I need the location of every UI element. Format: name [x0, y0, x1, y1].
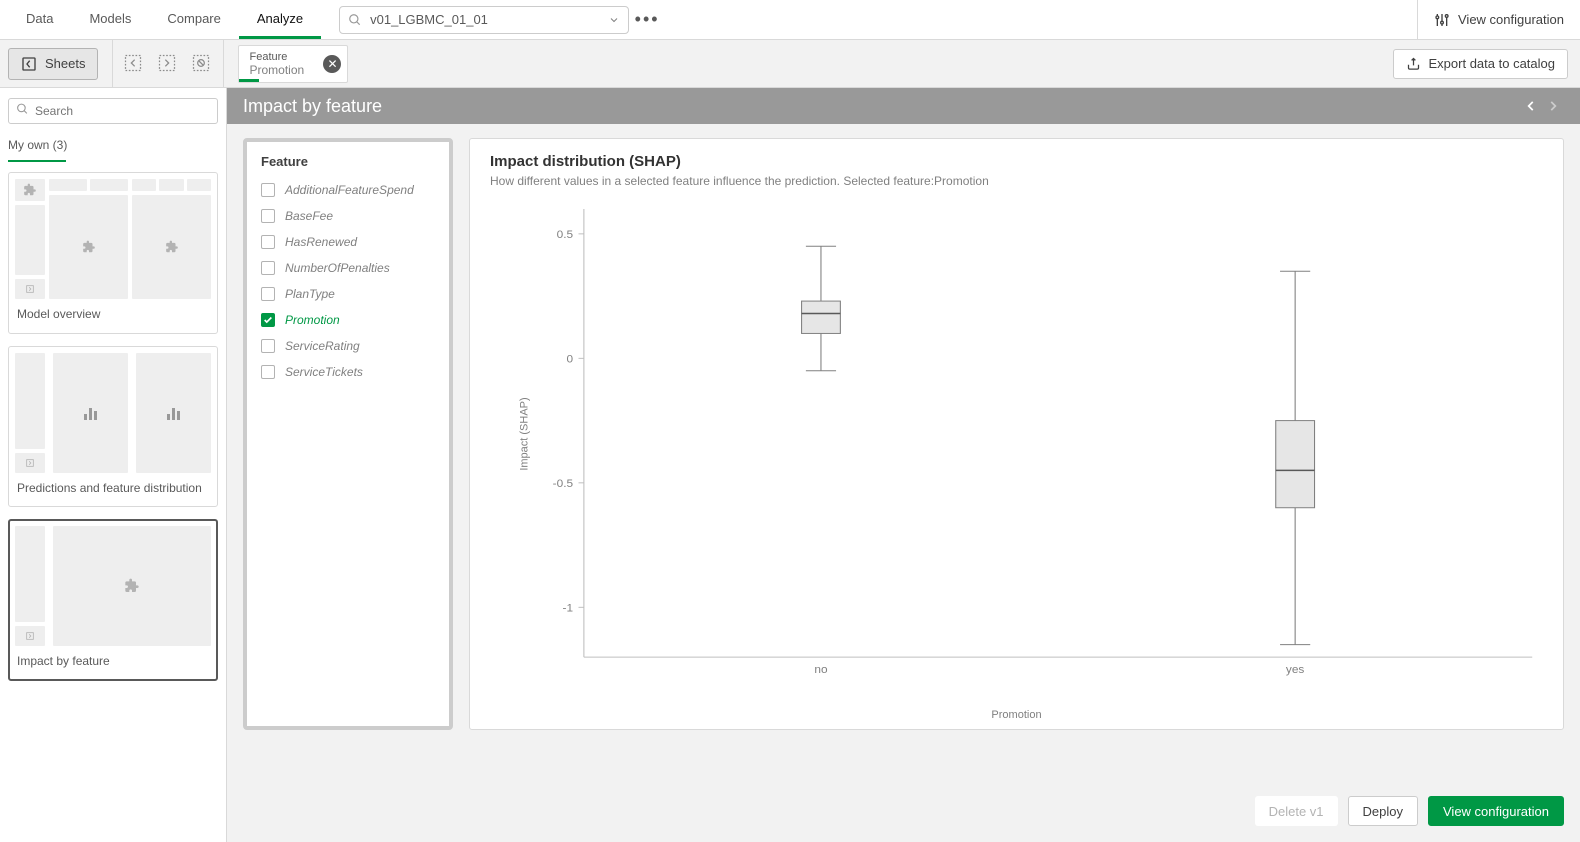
bar-chart-icon — [167, 406, 180, 420]
feature-row-hasrenewed[interactable]: HasRenewed — [247, 229, 449, 255]
sheets-label: Sheets — [45, 56, 85, 71]
view-configuration-label: View configuration — [1458, 12, 1564, 27]
feature-name: BaseFee — [285, 209, 333, 223]
svg-text:no: no — [814, 664, 827, 676]
model-picker[interactable]: v01_LGBMC_01_01 — [339, 6, 629, 34]
delete-button: Delete v1 — [1255, 796, 1338, 826]
sheet-list: Model overview — [0, 164, 226, 689]
nav-tabs: Data Models Compare Analyze — [8, 0, 321, 39]
puzzle-icon — [165, 240, 179, 254]
svg-text:0: 0 — [567, 354, 574, 366]
puzzle-icon — [82, 240, 96, 254]
checkbox-icon — [261, 261, 275, 275]
checkbox-icon — [261, 183, 275, 197]
x-axis-label: Promotion — [991, 709, 1041, 721]
feature-row-numberofpenalties[interactable]: NumberOfPenalties — [247, 255, 449, 281]
page-title: Impact by feature — [243, 96, 382, 117]
svg-text:0.5: 0.5 — [557, 229, 573, 241]
svg-text:-1: -1 — [563, 603, 574, 615]
selection-chip-feature[interactable]: Feature Promotion ✕ — [238, 45, 348, 83]
chip-label: Feature — [249, 51, 315, 63]
feature-row-servicerating[interactable]: ServiceRating — [247, 333, 449, 359]
bar-chart-icon — [84, 406, 97, 420]
more-menu-button[interactable]: ••• — [629, 9, 665, 30]
export-data-button[interactable]: Export data to catalog — [1393, 49, 1568, 79]
feature-selector-panel: Feature AdditionalFeatureSpend BaseFee Has… — [243, 138, 453, 730]
page-titlebar: Impact by feature — [227, 88, 1580, 124]
toolbar: Sheets Feature Promotion ✕ Export data t… — [0, 40, 1580, 88]
export-icon — [1406, 56, 1421, 71]
checkbox-icon — [261, 235, 275, 249]
chevron-down-icon — [608, 14, 620, 26]
search-icon — [348, 13, 362, 27]
prev-sheet-button[interactable] — [1520, 95, 1542, 117]
feature-name: ServiceTickets — [285, 365, 363, 379]
export-label: Export data to catalog — [1429, 56, 1555, 71]
puzzle-icon — [23, 183, 37, 197]
checkbox-icon — [261, 365, 275, 379]
plot-area: 0.5 0 -0.5 -1 no yes — [530, 199, 1543, 687]
chart-title: Impact distribution (SHAP) — [490, 153, 1543, 170]
tab-analyze[interactable]: Analyze — [239, 0, 321, 39]
step-forward-icon[interactable] — [157, 53, 179, 75]
sheet-title: Predictions and feature distribution — [15, 473, 211, 501]
content-area: Impact by feature Feature AdditionalFeat… — [227, 88, 1580, 842]
sheet-card-predictions[interactable]: Predictions and feature distribution — [8, 346, 218, 508]
tab-compare[interactable]: Compare — [149, 0, 238, 39]
sheet-card-model-overview[interactable]: Model overview — [8, 172, 218, 334]
footer-actions: Delete v1 Deploy View configuration — [1255, 796, 1564, 826]
feature-row-additionalfeaturespend[interactable]: AdditionalFeatureSpend — [247, 177, 449, 203]
sidebar-section-label: My own (3) — [0, 130, 226, 156]
step-back-icon[interactable] — [123, 53, 145, 75]
selection-tools — [112, 40, 224, 88]
svg-text:yes: yes — [1286, 664, 1305, 676]
chart-panel: Impact distribution (SHAP) How different… — [469, 138, 1564, 730]
model-name: v01_LGBMC_01_01 — [370, 12, 488, 27]
sliders-icon — [1434, 12, 1450, 28]
feature-name: ServiceRating — [285, 339, 360, 353]
checkbox-icon — [261, 313, 275, 327]
tab-models[interactable]: Models — [71, 0, 149, 39]
feature-name: NumberOfPenalties — [285, 261, 390, 275]
sheets-sidebar: My own (3) — [0, 88, 227, 842]
search-input[interactable] — [8, 98, 218, 124]
y-axis-label: Impact (SHAP) — [519, 397, 531, 470]
chart-subtitle: How different values in a selected featu… — [490, 174, 1543, 188]
feature-row-promotion[interactable]: Promotion — [247, 307, 449, 333]
feature-row-servicetickets[interactable]: ServiceTickets — [247, 359, 449, 385]
checkbox-icon — [261, 287, 275, 301]
view-configuration-button[interactable]: View configuration — [1417, 0, 1580, 39]
clear-selections-icon[interactable] — [191, 53, 213, 75]
tab-data[interactable]: Data — [8, 0, 71, 39]
feature-name: AdditionalFeatureSpend — [285, 183, 414, 197]
feature-panel-title: Feature — [247, 152, 449, 177]
deploy-button[interactable]: Deploy — [1348, 796, 1418, 826]
search-icon — [16, 103, 29, 116]
chip-value: Promotion — [249, 63, 315, 77]
chip-close-icon[interactable]: ✕ — [323, 55, 341, 73]
svg-text:-0.5: -0.5 — [553, 478, 573, 490]
view-configuration-footer-button[interactable]: View configuration — [1428, 796, 1564, 826]
next-sheet-button[interactable] — [1542, 95, 1564, 117]
main: My own (3) — [0, 88, 1580, 842]
sheet-title: Impact by feature — [15, 646, 211, 674]
top-nav: Data Models Compare Analyze v01_LGBMC_01… — [0, 0, 1580, 40]
checkbox-icon — [261, 209, 275, 223]
sheet-card-impact-by-feature[interactable]: Impact by feature — [8, 519, 218, 681]
feature-row-plantype[interactable]: PlanType — [247, 281, 449, 307]
feature-name: Promotion — [285, 313, 340, 327]
feature-name: HasRenewed — [285, 235, 357, 249]
sheets-icon — [21, 56, 37, 72]
puzzle-icon — [124, 578, 140, 594]
feature-name: PlanType — [285, 287, 335, 301]
checkbox-icon — [261, 339, 275, 353]
feature-row-basefee[interactable]: BaseFee — [247, 203, 449, 229]
sheets-button[interactable]: Sheets — [8, 48, 98, 80]
sheet-title: Model overview — [15, 299, 211, 327]
